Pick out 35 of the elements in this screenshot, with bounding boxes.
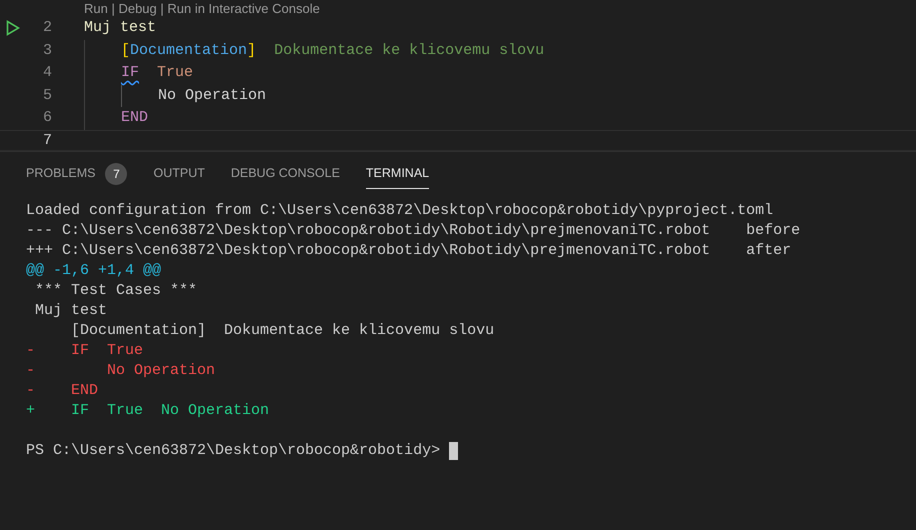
terminal-line: - No Operation: [26, 361, 216, 381]
terminal-line: Loaded configuration from C:\Users\cen63872\Desktop\robocop&robotidy\pyproject.toml: [26, 201, 774, 221]
line-number: 3: [42, 40, 52, 60]
terminal-prompt: PS C:\Users\cen63872\Desktop\robocop&robotidy>: [26, 441, 442, 461]
code-token: True: [156, 63, 194, 83]
terminal-line: - END: [26, 381, 100, 401]
line-number: 5: [42, 86, 52, 106]
line-number: 4: [42, 63, 52, 83]
panel-tab[interactable]: DEBUG CONSOLE: [230, 159, 340, 189]
code-token: IF: [121, 63, 140, 83]
line-number: 7: [42, 130, 52, 150]
terminal-line: *** Test Cases ***: [34, 281, 198, 301]
line-number: 2: [42, 18, 52, 38]
code-token: [: [121, 40, 130, 60]
panel-tab[interactable]: TERMINAL: [366, 159, 430, 189]
panel-tab[interactable]: OUTPUT: [153, 159, 205, 189]
panel-tab[interactable]: PROBLEMS: [26, 159, 96, 189]
code-token: ]: [247, 40, 256, 60]
terminal-line: - IF True: [26, 341, 144, 361]
terminal-line: +++ C:\Users\cen63872\Desktop\robocop&robotidy\Robotidy\prejmenovaniTC.robot after: [26, 241, 792, 261]
code-token: Documentation: [130, 40, 248, 60]
run-icon[interactable]: [6, 20, 20, 36]
terminal-cursor: [449, 442, 458, 460]
codelens-links[interactable]: Run | Debug | Run in Interactive Console: [0, 0, 916, 17]
line-number: 6: [42, 108, 52, 128]
code-token: Muj test: [84, 18, 156, 38]
terminal-line: [Documentation] Dokumentace ke klicovemu slovu: [70, 321, 496, 341]
code-token: Dokumentace ke klicovemu slovu: [273, 40, 544, 60]
terminal-line: + IF True No Operation: [26, 401, 270, 421]
terminal-line: @@ -1,6 +1,4 @@: [26, 261, 162, 281]
code-token: No Operation: [158, 86, 266, 106]
count-badge: 7: [105, 163, 128, 185]
terminal-line: Muj test: [34, 301, 108, 321]
terminal-line: --- C:\Users\cen63872\Desktop\robocop&robotidy\Robotidy\prejmenovaniTC.robot before: [26, 221, 802, 241]
code-token: END: [121, 108, 148, 128]
